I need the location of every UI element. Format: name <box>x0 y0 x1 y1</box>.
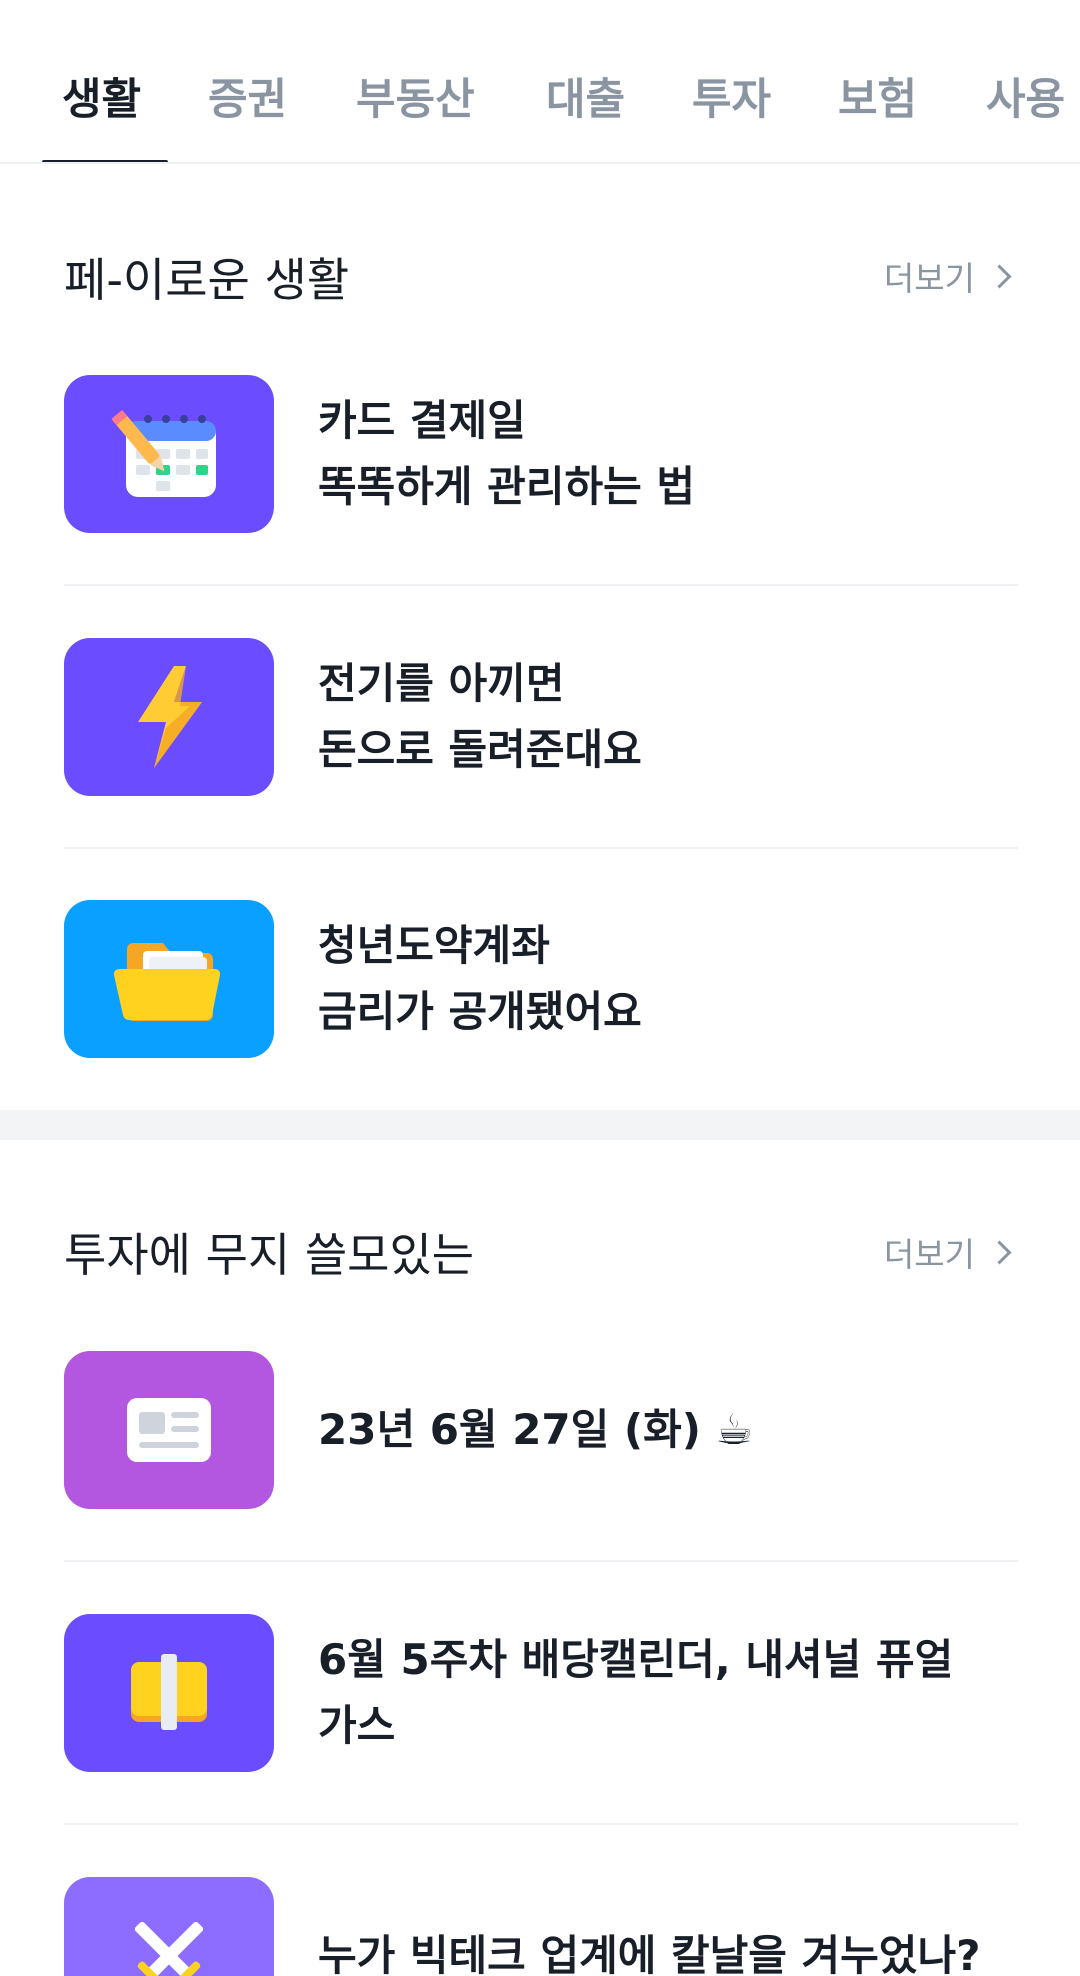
folder-icon <box>64 900 274 1058</box>
tab-loan[interactable]: 대출 <box>546 72 625 128</box>
chevron-right-icon <box>987 263 1012 289</box>
list-item-dividend-calendar[interactable]: 6월 5주차 배당캘린더, 내셔널 퓨얼 가스 <box>64 1614 1018 1772</box>
divider <box>64 1560 1018 1562</box>
lightning-icon <box>64 638 274 796</box>
item-text: 6월 5주차 배당캘린더, 내셔널 퓨얼 가스 <box>318 1635 954 1750</box>
item-text: 전기를 아끼면 돈으로 돌려준대요 <box>318 659 642 774</box>
crossed-swords-icon <box>64 1877 274 1976</box>
tab-investment[interactable]: 투자 <box>692 72 771 128</box>
tab-real-estate[interactable]: 부동산 <box>356 72 475 128</box>
section-title-investment: 투자에 무지 쓸모있는 <box>64 1228 475 1282</box>
divider <box>64 1823 1018 1825</box>
list-item-electricity[interactable]: 전기를 아끼면 돈으로 돌려준대요 <box>64 638 1018 796</box>
more-label: 더보기 <box>883 1235 975 1274</box>
content-sheet: 생활 증권 부동산 대출 투자 보험 사용 페-이로운 생활 더보기 카드 결제… <box>0 0 1080 1976</box>
tab-life[interactable]: 생활 <box>62 72 141 128</box>
calendar-icon <box>64 375 274 533</box>
money-stack-icon <box>64 1614 274 1772</box>
item-text: 누가 빅테크 업계에 칼날을 겨누었나? <box>318 1931 981 1976</box>
list-item-daily-brief[interactable]: 23년 6월 27일 (화) ☕ <box>64 1351 1018 1509</box>
newspaper-icon <box>64 1351 274 1509</box>
tab-usage[interactable]: 사용 <box>986 72 1065 128</box>
item-text: 청년도약계좌 금리가 공개됐어요 <box>318 921 642 1036</box>
divider <box>64 847 1018 849</box>
more-button-life[interactable]: 더보기 <box>883 252 1012 300</box>
item-text: 23년 6월 27일 (화) ☕ <box>318 1405 754 1454</box>
tab-insurance[interactable]: 보험 <box>838 72 917 128</box>
section-separator <box>0 1110 1080 1140</box>
chevron-right-icon <box>987 1239 1012 1265</box>
active-tab-indicator <box>42 160 168 162</box>
list-item-youth-account[interactable]: 청년도약계좌 금리가 공개됐어요 <box>64 900 1018 1058</box>
category-tab-bar: 생활 증권 부동산 대출 투자 보험 사용 <box>0 0 1080 164</box>
more-button-investment[interactable]: 더보기 <box>883 1228 1012 1276</box>
divider <box>64 584 1018 586</box>
more-label: 더보기 <box>883 259 975 298</box>
list-item-bigtech[interactable]: 누가 빅테크 업계에 칼날을 겨누었나? <box>64 1877 1018 1976</box>
item-text: 카드 결제일 똑똑하게 관리하는 법 <box>318 396 696 511</box>
tab-securities[interactable]: 증권 <box>208 72 287 128</box>
section-title-life: 페-이로운 생활 <box>64 253 350 307</box>
list-item-card-payment[interactable]: 카드 결제일 똑똑하게 관리하는 법 <box>64 375 1018 533</box>
